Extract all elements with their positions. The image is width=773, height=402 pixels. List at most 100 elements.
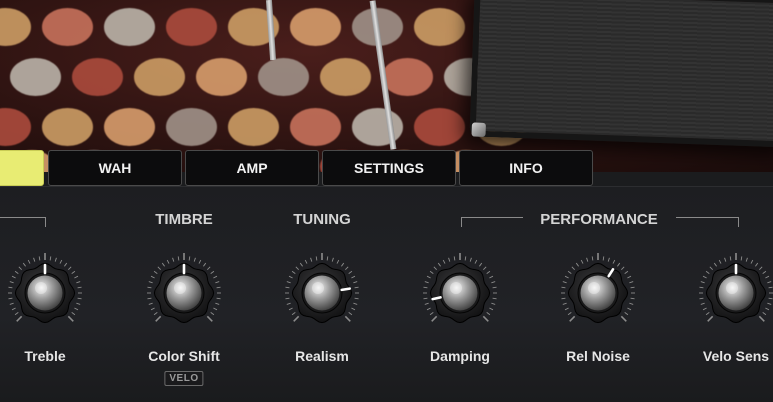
knob-cap <box>27 275 63 311</box>
knob-label-treble: Treble <box>24 348 66 364</box>
knob-tick <box>198 259 202 264</box>
knob-tick <box>474 259 478 264</box>
knob-tick <box>602 256 605 261</box>
knob-tick <box>699 297 704 300</box>
tab-wah[interactable]: WAH <box>48 150 182 186</box>
knob-tick <box>575 262 579 267</box>
knob-tick <box>77 286 82 289</box>
carpet-dot <box>42 108 93 146</box>
knob-highlight <box>312 282 324 294</box>
knob-velo-sens[interactable] <box>694 251 773 335</box>
knob-tick <box>216 297 221 300</box>
carpet-dot <box>320 58 371 96</box>
carpet-dot <box>166 108 217 146</box>
carpet-dot <box>104 8 155 46</box>
knob-tick <box>486 312 491 316</box>
knob-tick <box>213 275 218 279</box>
knob-tick <box>750 259 754 264</box>
knob-tick <box>564 275 569 279</box>
knob-tick <box>591 256 594 261</box>
carpet-dot <box>72 58 123 96</box>
knob-tick <box>767 302 772 305</box>
tab-info[interactable]: INFO <box>459 150 593 186</box>
knob-color-shift[interactable] <box>142 251 226 335</box>
knob-tick <box>423 297 428 300</box>
carpet-dot <box>0 8 31 46</box>
knob-tick <box>424 302 429 305</box>
knob-tick <box>562 281 567 284</box>
knob-tick <box>288 307 293 311</box>
knob-tick <box>286 281 291 284</box>
knob-tick <box>483 266 487 270</box>
knob-tick <box>147 297 152 300</box>
knob-tick <box>157 266 161 270</box>
knob-tick <box>561 297 566 300</box>
knob-tick <box>759 266 763 270</box>
knob-tick <box>630 286 635 289</box>
section-bracket <box>461 217 523 227</box>
knob-tick <box>607 257 610 262</box>
knob-tick <box>426 275 431 279</box>
knob-tick <box>758 315 765 322</box>
knob-tick <box>206 315 213 322</box>
knob-tick <box>18 266 22 270</box>
knob-tick <box>702 275 707 279</box>
knob-tick <box>423 286 428 289</box>
knob-tick <box>293 315 300 322</box>
knob-tick <box>193 257 196 262</box>
tab-active[interactable] <box>0 150 44 186</box>
carpet-dot <box>42 8 93 46</box>
knob-tick <box>426 307 431 311</box>
knob-tick <box>288 275 293 279</box>
section-title-performance: PERFORMANCE <box>540 211 658 228</box>
knob-tick <box>580 259 584 264</box>
knob-tick <box>768 286 773 289</box>
knob-tick <box>213 307 218 311</box>
knob-tick <box>336 259 340 264</box>
carpet-dot <box>414 8 465 46</box>
knob-rel-noise[interactable] <box>556 251 640 335</box>
knob-tick <box>49 256 52 261</box>
knob-tick <box>571 266 575 270</box>
knob-cap <box>718 275 754 311</box>
section-title-timbre: TIMBRE <box>155 211 213 228</box>
knob-tick <box>68 266 72 270</box>
knob-tick <box>431 315 438 322</box>
carpet-dot <box>382 58 433 96</box>
knob-pointer <box>340 287 351 292</box>
knob-tick <box>33 257 36 262</box>
knob-damping[interactable] <box>418 251 502 335</box>
knob-tick <box>491 302 496 305</box>
knob-tick <box>762 312 767 316</box>
knob-tick <box>8 297 13 300</box>
knob-tick <box>216 286 221 289</box>
knob-tick <box>76 281 81 284</box>
knob-tick <box>627 275 632 279</box>
knob-tick <box>564 307 569 311</box>
knob-tick <box>59 259 63 264</box>
knob-tick <box>161 262 165 267</box>
knob-highlight <box>726 282 738 294</box>
knob-tick <box>629 281 634 284</box>
knob-tick <box>310 257 313 262</box>
knob-tick <box>38 256 41 261</box>
knob-tick <box>351 275 356 279</box>
knob-highlight <box>450 282 462 294</box>
knob-tick <box>482 315 489 322</box>
knob-tick <box>765 307 770 311</box>
knob-tick <box>707 315 714 322</box>
knob-tick <box>354 286 359 289</box>
tab-settings[interactable]: SETTINGS <box>322 150 456 186</box>
knob-tick <box>299 262 303 267</box>
tab-amp[interactable]: AMP <box>185 150 319 186</box>
knob-realism[interactable] <box>280 251 364 335</box>
carpet-dot <box>352 108 403 146</box>
knob-tick <box>11 307 16 311</box>
velo-toggle-button[interactable]: VELO <box>164 371 204 386</box>
knob-tick <box>709 266 713 270</box>
knob-tick <box>54 257 57 262</box>
control-panel: TIMBRE TUNING PERFORMANCE Treble Color S… <box>0 186 773 402</box>
knob-tick <box>627 307 632 311</box>
knob-tick <box>630 297 635 300</box>
knob-treble[interactable] <box>3 251 87 335</box>
